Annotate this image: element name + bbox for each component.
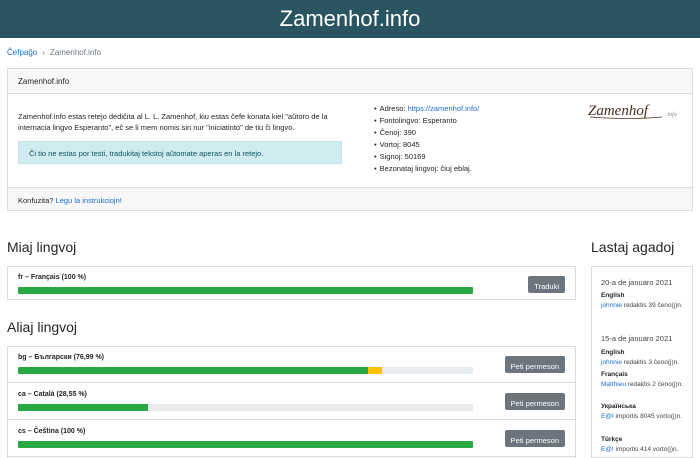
help-footer-text: Konfuzita? [18, 196, 54, 205]
activity-language: Français [601, 371, 628, 378]
meta-words: Vortoj: 8045 [374, 139, 479, 151]
request-permission-button[interactable]: Peti permeson [504, 393, 565, 410]
recent-activity-card: 20-a de januaro 2021 English johnnie red… [591, 266, 693, 458]
svg-text:.info: .info [666, 111, 677, 118]
activity-language: Türkçe [601, 436, 623, 443]
progress-complete [18, 441, 473, 448]
meta-address: Adreso: https://zamenhof.info/ [374, 103, 480, 115]
activity-language: Українська [601, 403, 636, 410]
language-row-ca: ca – Català (28,55 %) Peti permeson [8, 384, 575, 420]
info-notice: Ĉi tio ne estas por testi, tradukitaj te… [18, 141, 342, 164]
user-link[interactable]: Matthieu [601, 381, 626, 388]
help-footer: Konfuzita? Legu la instrukciojn! [8, 187, 692, 210]
site-header: Zamenhof.info [0, 0, 700, 38]
language-row-bg: bg – Български (76,99 %) Peti permeson [8, 347, 575, 383]
meta-signs: Signoj: 50169 [374, 151, 479, 163]
request-permission-button[interactable]: Peti permeson [504, 430, 565, 447]
activity-entry: johnnie redaktis 39 ĉeno(j)n. [601, 302, 683, 309]
activity-language: English [601, 292, 625, 299]
instructions-link[interactable]: Legu la instrukciojn! [56, 196, 122, 205]
language-name: cs – Čeština (100 %) [18, 428, 86, 435]
site-title[interactable]: Zamenhof.info [0, 6, 700, 32]
project-address-link[interactable]: https://zamenhof.info/ [408, 104, 480, 113]
my-languages-title: Miaj lingvoj [7, 239, 77, 255]
breadcrumb-home-link[interactable]: Ĉefpaĝo [7, 48, 37, 57]
user-link[interactable]: E@I [601, 413, 614, 420]
language-name: ca – Català (28,55 %) [18, 391, 87, 398]
recent-activity-title: Lastaj agadoj [591, 239, 675, 255]
user-link[interactable]: johnnie [601, 302, 622, 309]
activity-entry: E@I importis 8045 vorto(j)n. [601, 413, 683, 420]
breadcrumb-current: Zamenhof.info [49, 48, 102, 57]
progress-fuzzy [368, 367, 382, 374]
progress-complete [18, 404, 148, 411]
user-link[interactable]: johnnie [601, 359, 622, 366]
activity-date: 15-a de januaro 2021 [601, 334, 673, 343]
user-link[interactable]: E@I [601, 446, 614, 453]
activity-date: 20-a de januaro 2021 [601, 278, 673, 287]
request-permission-button[interactable]: Peti permeson [504, 356, 565, 373]
meta-needed-languages: Bezonataj lingvoj: ĉiuj eblaj. [374, 163, 479, 175]
activity-entry: johnnie redaktis 3 ĉeno(j)n. [601, 359, 680, 366]
breadcrumb-separator: › [42, 48, 45, 57]
meta-source-language: Fontolingvo: Esperanto [374, 115, 479, 127]
meta-strings: Ĉenoj: 390 [374, 127, 479, 139]
language-name: fr – Français (100 %) [18, 274, 87, 281]
translation-progress-bar [18, 441, 473, 448]
language-row-cs: cs – Čeština (100 %) Peti permeson [8, 421, 575, 457]
project-card-title: Zamenhof.info [8, 69, 692, 94]
my-languages-list: fr – Français (100 %) Traduki [7, 266, 576, 300]
breadcrumb: Ĉefpaĝo › Zamenhof.info [7, 48, 101, 57]
translation-progress-bar [18, 367, 473, 374]
activity-entry: Matthieu redaktis 2 ĉeno(j)n. [601, 381, 684, 388]
other-languages-list: bg – Български (76,99 %) Peti permeson c… [7, 346, 576, 458]
project-logo: Zamenhof .info [588, 103, 677, 119]
project-info-card: Zamenhof.info Zamenhof.info estas retejo… [7, 68, 693, 211]
translate-button[interactable]: Traduki [528, 276, 565, 293]
language-row-fr: fr – Français (100 %) Traduki [8, 267, 575, 303]
other-languages-title: Aliaj lingvoj [7, 319, 78, 335]
progress-complete [18, 287, 473, 294]
translation-progress-bar [18, 287, 473, 294]
project-meta-list: Adreso: https://zamenhof.info/ Fontoling… [374, 103, 480, 175]
activity-entry: E@I importis 414 vorto(j)n. [601, 446, 679, 453]
svg-text:Zamenhof: Zamenhof [588, 103, 650, 119]
project-description: Zamenhof.info estas retejo dediĉita al L… [18, 112, 328, 132]
language-name: bg – Български (76,99 %) [18, 354, 104, 361]
translation-progress-bar [18, 404, 473, 411]
activity-language: English [601, 349, 625, 356]
progress-complete [18, 367, 369, 374]
